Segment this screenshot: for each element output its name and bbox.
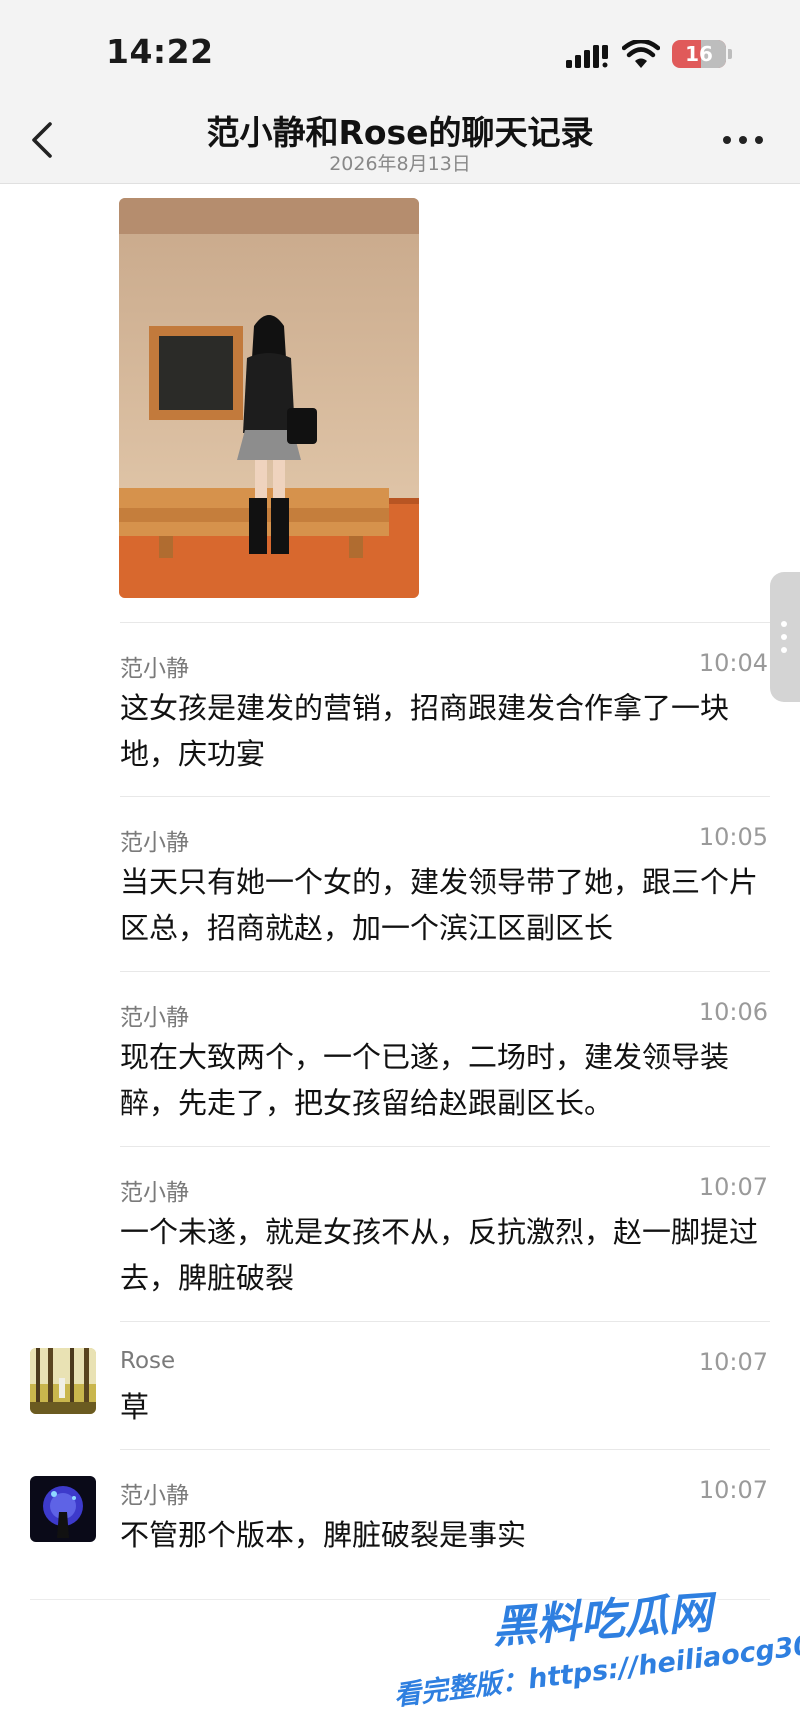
- message-text: 这女孩是建发的营销，招商跟建发合作拿了一块地，庆功宴: [120, 691, 730, 771]
- chevron-left-icon[interactable]: [24, 118, 64, 162]
- avatar[interactable]: [30, 1348, 96, 1414]
- wifi-icon: [622, 40, 660, 68]
- page-date: 2026年8月13日: [329, 153, 471, 175]
- avatar-fanxiaojing-image: [30, 1476, 96, 1542]
- message-text: 不管那个版本，脾脏破裂是事实: [120, 1518, 527, 1552]
- page-title: 范小静和Rose的聊天记录: [206, 113, 594, 152]
- list-item[interactable]: 范小静 10:04 这女孩是建发的营销，招商跟建发合作拿了一块地，庆功宴: [120, 622, 770, 781]
- message-sender: 范小静: [120, 1180, 189, 1206]
- signal-bars-icon: [566, 45, 608, 68]
- message-sender: Rose: [120, 1348, 176, 1374]
- battery-tip: [728, 49, 732, 59]
- message-sender: 范小静: [120, 656, 189, 682]
- avatar-rose-image: [30, 1348, 96, 1414]
- message-time: 10:07: [698, 1173, 768, 1201]
- message-text: 一个未遂，就是女孩不从，反抗激烈，赵一脚提过去，脾脏破裂: [120, 1215, 759, 1295]
- nav-bar: 范小静和Rose的聊天记录 2026年8月13日: [0, 100, 800, 184]
- status-bar: 14:22 16: [0, 0, 800, 100]
- battery-icon: 16: [672, 40, 726, 68]
- list-item[interactable]: 范小静 10:07 不管那个版本，脾脏破裂是事实: [30, 1449, 770, 1560]
- message-text: 当天只有她一个女的，建发领导带了她，跟三个片区总，招商就赵，加一个滨江区副区长: [120, 865, 759, 945]
- message-time: 10:07: [698, 1348, 768, 1376]
- message-sender: 范小静: [120, 1005, 189, 1031]
- photo-illustration: [119, 198, 419, 598]
- more-horizontal-icon[interactable]: [720, 130, 766, 150]
- message-time: 10:07: [698, 1476, 768, 1504]
- avatar[interactable]: [30, 1476, 96, 1542]
- message-sender: 范小静: [120, 830, 189, 856]
- scroll-handle[interactable]: [770, 572, 800, 702]
- list-item[interactable]: 范小静 10:05 当天只有她一个女的，建发领导带了她，跟三个片区总，招商就赵，…: [120, 796, 770, 955]
- list-item[interactable]: 范小静 10:07 一个未遂，就是女孩不从，反抗激烈，赵一脚提过去，脾脏破裂: [120, 1146, 770, 1305]
- battery-level-text: 16: [685, 42, 713, 66]
- message-time: 10:04: [698, 649, 768, 677]
- drag-handle-icon: [781, 621, 787, 653]
- chat-history[interactable]: 范小静 10:04 这女孩是建发的营销，招商跟建发合作拿了一块地，庆功宴 范小静…: [0, 184, 800, 1736]
- message-text: 草: [120, 1390, 150, 1424]
- message-sender: 范小静: [120, 1483, 189, 1509]
- message-time: 10:06: [698, 998, 768, 1026]
- status-time: 14:22: [106, 32, 214, 71]
- list-item[interactable]: Rose 10:07 草: [30, 1321, 770, 1432]
- list-item[interactable]: 范小静 10:06 现在大致两个，一个已遂，二场时，建发领导装醉，先走了，把女孩…: [120, 971, 770, 1130]
- chat-photo[interactable]: [119, 198, 419, 598]
- message-text: 现在大致两个，一个已遂，二场时，建发领导装醉，先走了，把女孩留给赵跟副区长。: [120, 1040, 730, 1120]
- message-time: 10:05: [698, 823, 768, 851]
